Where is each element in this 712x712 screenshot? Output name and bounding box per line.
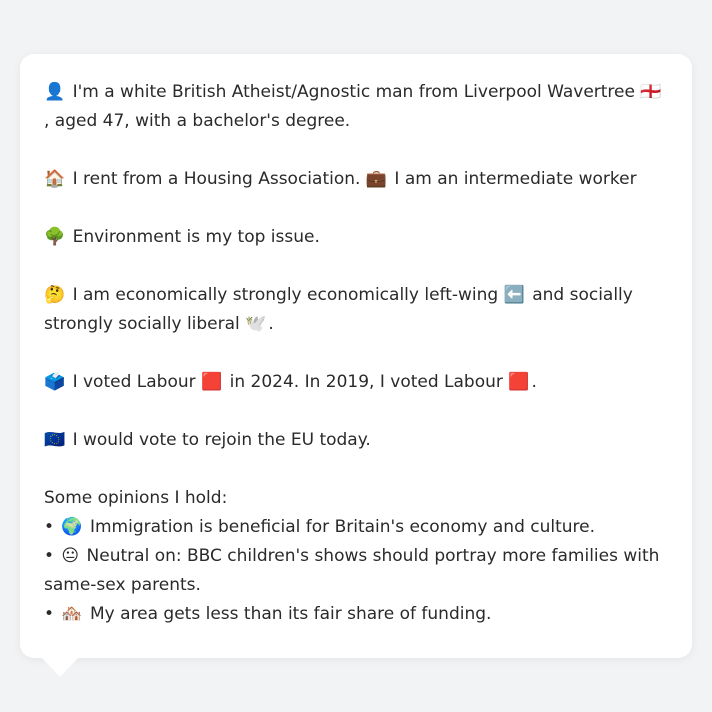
issue-text: Environment is my top issue.	[72, 227, 320, 247]
housing-text: I rent from a Housing Association.	[72, 169, 361, 189]
thinking-face-icon: 🤔	[44, 285, 66, 305]
dove-icon: 🕊️	[245, 314, 267, 334]
bullet: •	[44, 517, 55, 537]
left-arrow-icon: ⬅️	[503, 285, 525, 305]
list-item: • 😐 Neutral on: BBC children's shows sho…	[44, 542, 668, 600]
neutral-face-icon: 😐	[61, 546, 80, 566]
list-item: • 🌍 Immigration is beneficial for Britai…	[44, 513, 668, 542]
bullet: •	[44, 546, 55, 566]
eu-text: I would vote to rejoin the EU today.	[72, 430, 371, 450]
housing-paragraph: 🏠 I rent from a Housing Association. 💼 I…	[44, 165, 668, 194]
england-flag-icon: 🏴󠁧󠁢󠁥󠁮󠁧󠁿	[640, 82, 662, 102]
bullet: •	[44, 604, 55, 624]
politics-text: I am economically strongly economically …	[72, 285, 499, 305]
opinion-text: My area gets less than its fair share of…	[89, 604, 492, 624]
opinion-text: Immigration is beneficial for Britain's …	[89, 517, 596, 537]
work-text: I am an intermediate worker	[394, 169, 637, 189]
labour-red-square-icon: 🟥	[201, 372, 223, 392]
person-icon: 👤	[44, 82, 66, 102]
briefcase-icon: 💼	[365, 169, 387, 189]
houses-icon: 🏘️	[61, 604, 83, 624]
house-icon: 🏠	[44, 169, 66, 189]
labour-red-square-icon-2: 🟥	[508, 372, 530, 392]
intro-text: I'm a white British Atheist/Agnostic man…	[72, 82, 635, 102]
vote-text-2024: I voted Labour	[72, 372, 196, 392]
tree-icon: 🌳	[44, 227, 66, 247]
vote-text-2019: in 2024. In 2019, I voted Labour	[229, 372, 503, 392]
vote-paragraph: 🗳️ I voted Labour 🟥 in 2024. In 2019, I …	[44, 368, 668, 397]
intro-paragraph: 👤 I'm a white British Atheist/Agnostic m…	[44, 78, 668, 136]
intro-continued-text: , aged 47, with a bachelor's degree.	[44, 111, 351, 131]
persona-card: 👤 I'm a white British Atheist/Agnostic m…	[20, 54, 692, 658]
list-item: • 🏘️ My area gets less than its fair sha…	[44, 600, 668, 629]
ballot-box-icon: 🗳️	[44, 372, 66, 392]
speech-bubble-tail	[40, 656, 80, 677]
globe-icon: 🌍	[61, 517, 83, 537]
issue-paragraph: 🌳 Environment is my top issue.	[44, 223, 668, 252]
opinion-text: Neutral on: BBC children's shows should …	[44, 546, 660, 595]
opinions-section: Some opinions I hold: • 🌍 Immigration is…	[44, 484, 668, 629]
politics-paragraph: 🤔 I am economically strongly economicall…	[44, 281, 668, 339]
eu-paragraph: 🇪🇺 I would vote to rejoin the EU today.	[44, 426, 668, 455]
eu-flag-icon: 🇪🇺	[44, 430, 66, 450]
vote-end: .	[531, 372, 537, 392]
opinions-heading: Some opinions I hold:	[44, 488, 228, 508]
politics-end: .	[268, 314, 274, 334]
